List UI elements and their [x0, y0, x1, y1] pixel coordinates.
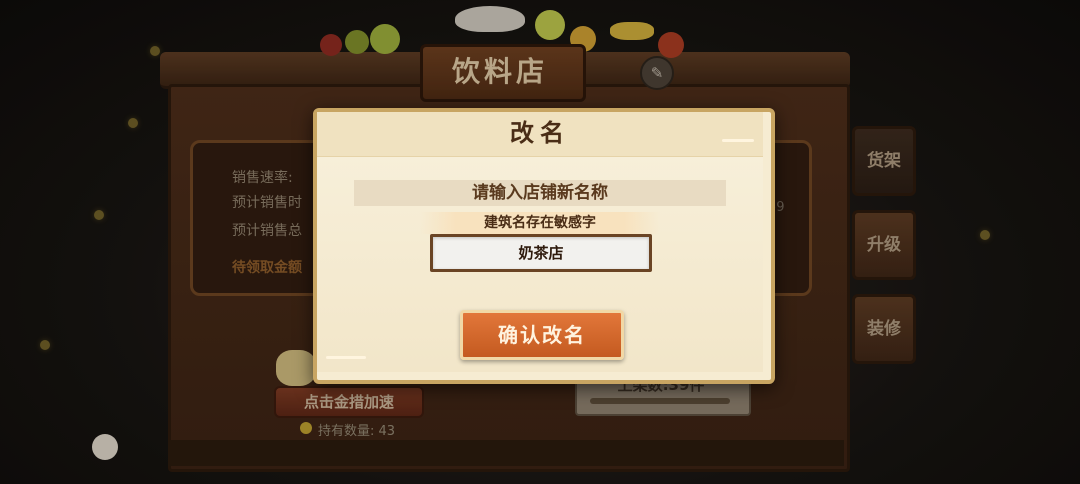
sensitive-word-warning: 建筑名存在敏感字	[484, 215, 596, 231]
confirm-rename-button[interactable]: 确认改名	[460, 310, 624, 360]
cloud-decoration	[326, 356, 366, 359]
confirm-rename-label: 确认改名	[498, 323, 586, 347]
shop-name-input[interactable]: 奶茶店	[430, 234, 652, 272]
rename-prompt: 请输入店铺新名称	[472, 183, 608, 203]
dialog-title: 改名	[510, 119, 570, 147]
